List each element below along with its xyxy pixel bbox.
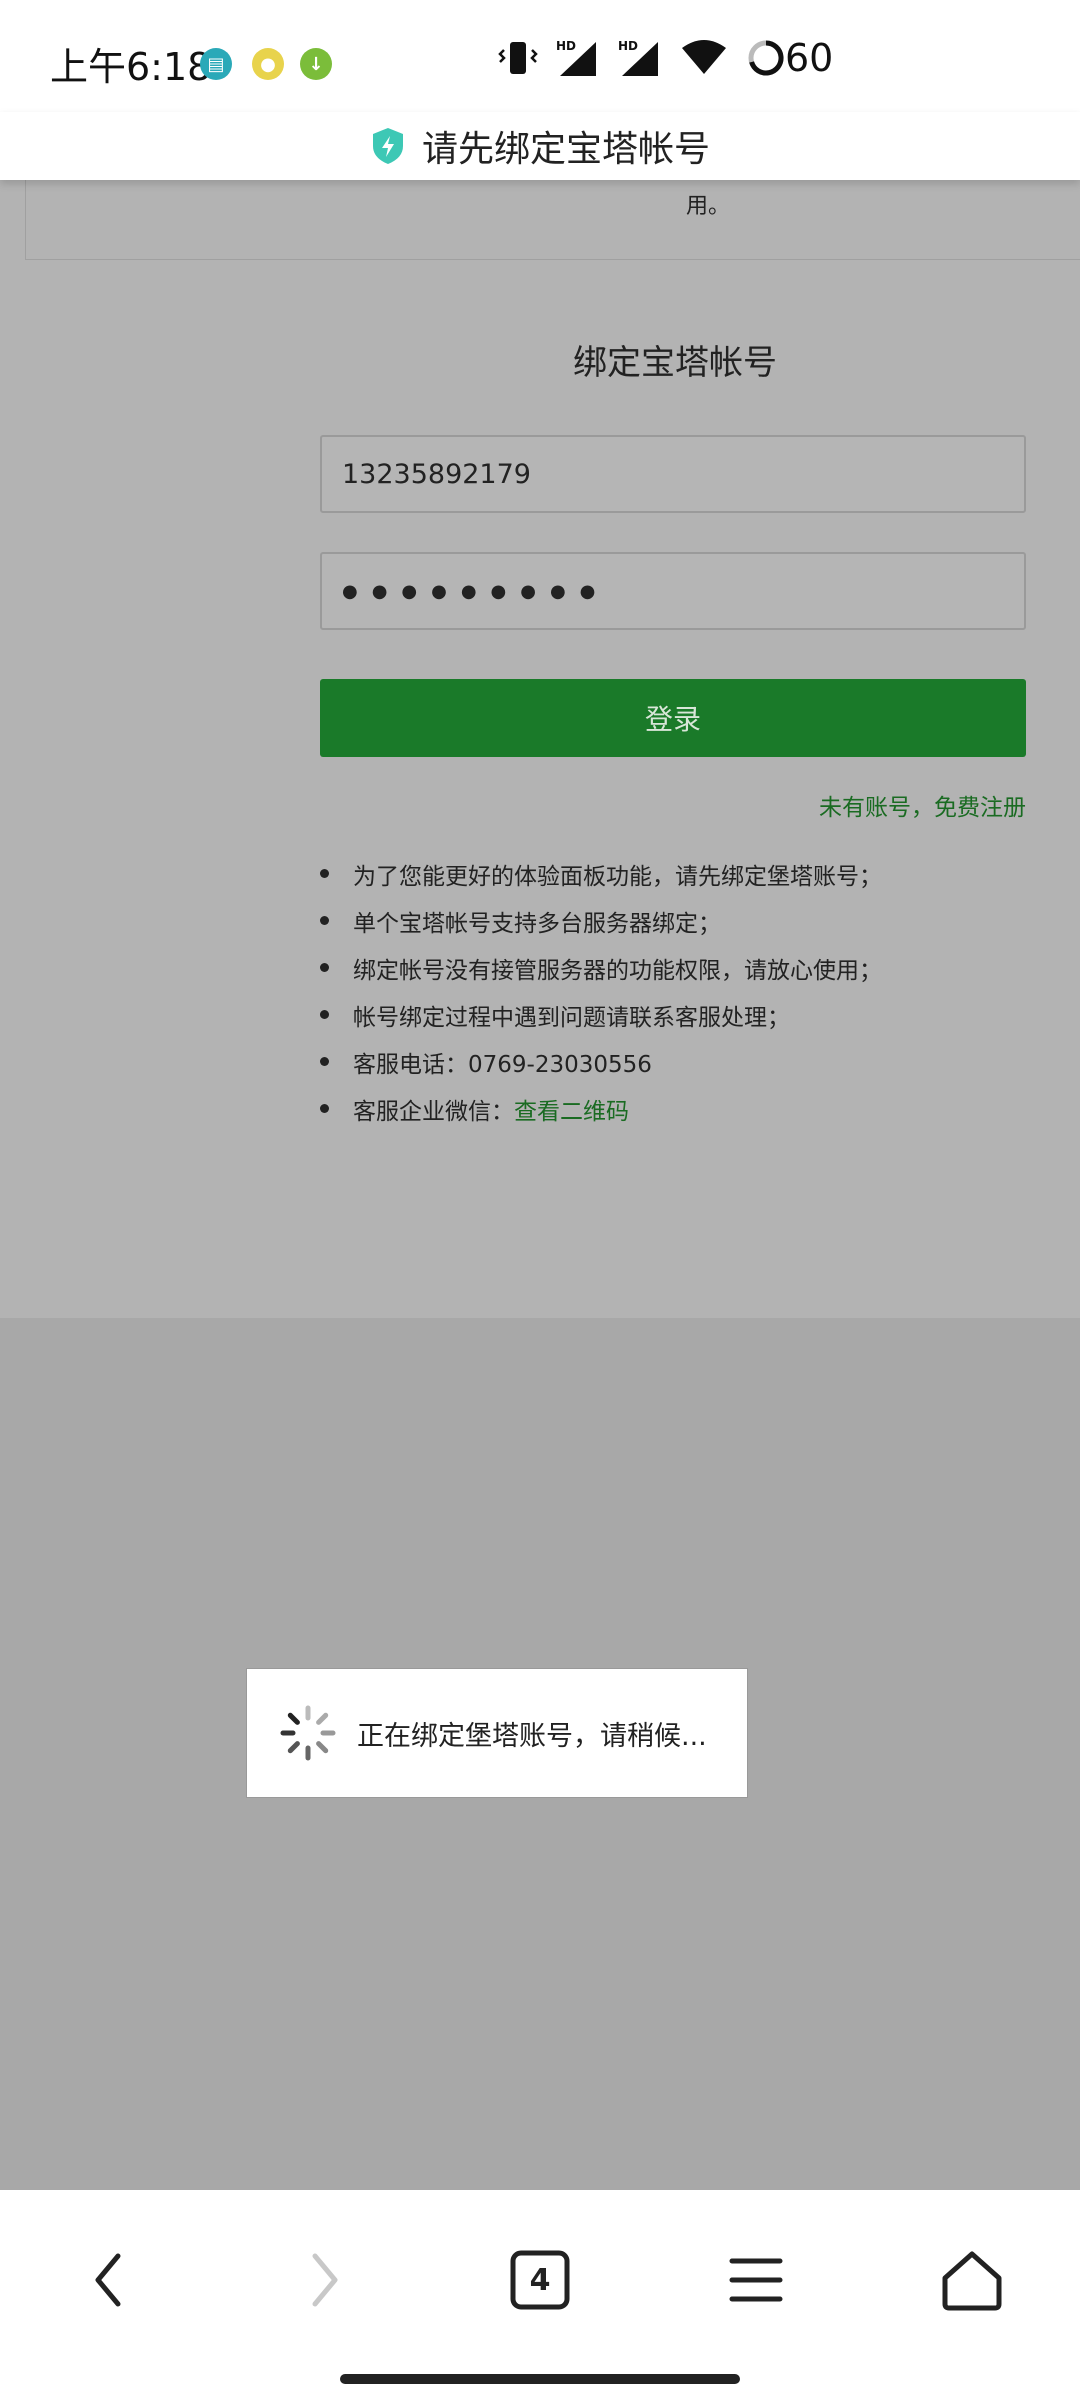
download-icon: ↓ [300, 48, 332, 80]
notice-box: 用。 [25, 170, 1080, 260]
page-content: 用。 绑定宝塔帐号 13235892179 ●●●●●●●●● 登录 未有账号，… [0, 170, 1080, 1318]
signal-hd-1-icon: HD [556, 39, 596, 76]
info-text: 客服电话：0769-23030556 [353, 1051, 652, 1078]
home-indicator[interactable] [340, 2374, 740, 2384]
bullet-icon [320, 869, 329, 878]
info-text: 为了您能更好的体验面板功能，请先绑定堡塔账号； [353, 863, 882, 890]
register-link[interactable]: 未有账号，免费注册 [819, 788, 1026, 822]
page-title: 请先绑定宝塔帐号 [421, 129, 710, 170]
password-input[interactable]: ●●●●●●●●● [320, 552, 1026, 630]
info-text: 单个宝塔帐号支持多台服务器绑定； [353, 910, 721, 937]
loading-toast: 正在绑定堡塔账号，请稍候... [246, 1668, 748, 1798]
phone-input[interactable]: 13235892179 [320, 435, 1026, 513]
signal-hd-2-icon: HD [618, 39, 658, 76]
status-bar: 上午6:18 ▤ ● ↓ HD HD 60 [0, 0, 1080, 120]
list-item: 单个宝塔帐号支持多台服务器绑定； [320, 897, 882, 944]
list-item: 客服企业微信： 查看二维码 [320, 1085, 882, 1132]
list-item: 为了您能更好的体验面板功能，请先绑定堡塔账号； [320, 850, 882, 897]
menu-button[interactable] [706, 2230, 806, 2330]
bullet-icon [320, 916, 329, 925]
status-time: 上午6:18 [50, 45, 212, 89]
info-text: 绑定帐号没有接管服务器的功能权限，请放心使用； [353, 957, 882, 984]
toast-message: 正在绑定堡塔账号，请稍候... [357, 1720, 707, 1752]
list-item: 帐号绑定过程中遇到问题请联系客服处理； [320, 991, 882, 1038]
view-qr-code-link[interactable]: 查看二维码 [514, 1092, 629, 1126]
info-text: 帐号绑定过程中遇到问题请联系客服处理； [353, 1004, 790, 1031]
login-button[interactable]: 登录 [320, 679, 1026, 757]
svg-text:HD: HD [556, 39, 576, 53]
wechat-label: 客服企业微信： [353, 1098, 514, 1125]
bullet-icon [320, 1057, 329, 1066]
list-item: 绑定帐号没有接管服务器的功能权限，请放心使用； [320, 944, 882, 991]
coin-icon: ● [252, 48, 284, 80]
notice-text: 用。 [686, 194, 731, 219]
battery-ring-icon [748, 40, 784, 76]
forward-icon [312, 2253, 338, 2307]
svg-text:HD: HD [618, 39, 638, 53]
vibrate-icon [498, 42, 538, 74]
info-list: 为了您能更好的体验面板功能，请先绑定堡塔账号； 单个宝塔帐号支持多台服务器绑定；… [320, 850, 882, 1132]
bullet-icon [320, 963, 329, 972]
list-item: 客服电话：0769-23030556 [320, 1038, 882, 1085]
bottom-nav: 4 [0, 2190, 1080, 2400]
forward-button[interactable] [275, 2230, 375, 2330]
bind-title: 绑定宝塔帐号 [573, 343, 777, 383]
home-icon [942, 2251, 1002, 2311]
back-icon [95, 2253, 121, 2307]
shield-bolt-icon [372, 128, 403, 164]
tabs-button[interactable]: 4 [490, 2230, 590, 2330]
message-icon: ▤ [200, 48, 232, 80]
status-indicators: HD HD [498, 38, 786, 78]
tab-count: 4 [529, 2262, 551, 2298]
spinner-icon [280, 1705, 336, 1761]
bullet-icon [320, 1104, 329, 1113]
wifi-icon [682, 40, 726, 74]
menu-icon [729, 2258, 783, 2302]
home-button[interactable] [922, 2230, 1022, 2330]
battery-level: 60 [785, 36, 834, 80]
title-bar: 请先绑定宝塔帐号 [0, 112, 1080, 180]
bullet-icon [320, 1010, 329, 1019]
back-button[interactable] [58, 2230, 158, 2330]
